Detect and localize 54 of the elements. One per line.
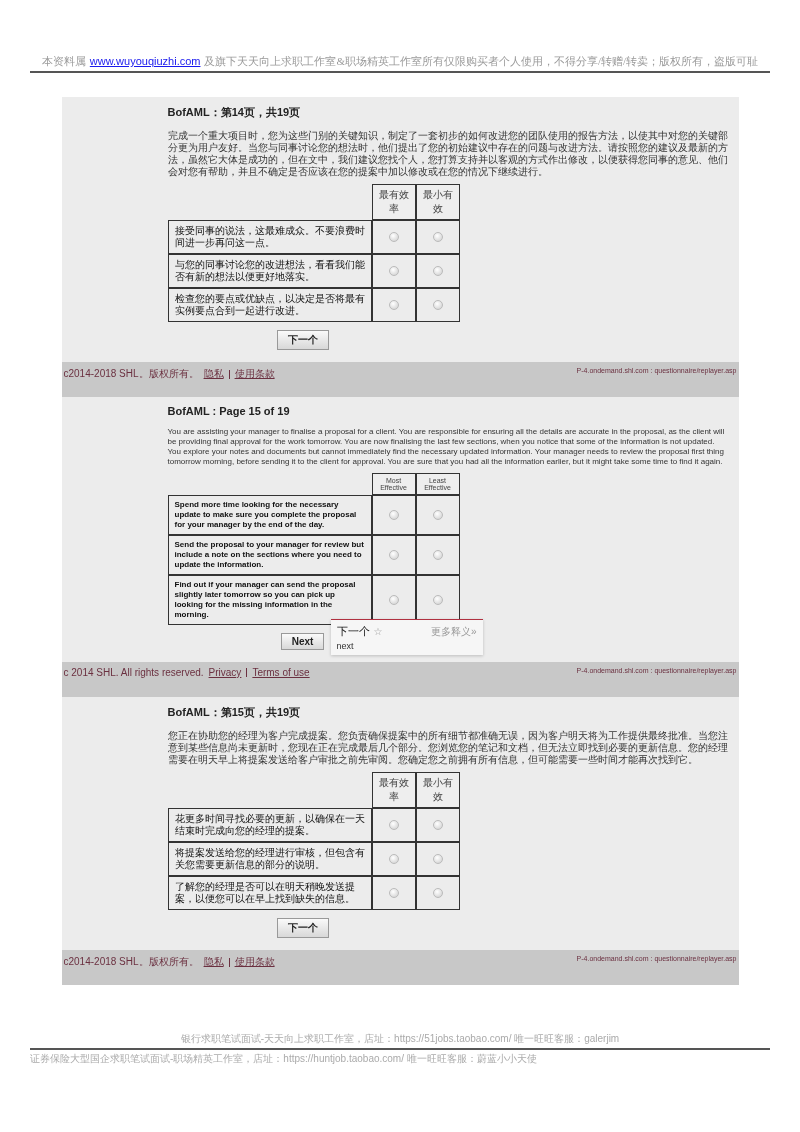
most-effective-radio[interactable] — [388, 266, 399, 276]
page-title: BofAML：第15页，共19页 — [167, 705, 302, 720]
popup-translation: next — [336, 641, 355, 651]
response-option: 花更多时间寻找必要的更新，以确保在一天结束时完成向您的经理的提案。 — [167, 808, 372, 842]
footer-link[interactable]: 使用条款 — [234, 367, 275, 381]
least-effective-radio[interactable] — [432, 510, 443, 520]
header-text: 及旗下天天向上求职工作室&职场精英工作室所有仅限购买者个人使用，不得分享/转赠/转卖；版权所有，盗版可耻 — [204, 55, 759, 67]
next-button[interactable]: Next — [280, 633, 325, 650]
column-header: 最小有效 — [415, 772, 460, 808]
next-button[interactable]: 下一个 — [276, 918, 329, 938]
page-title: BofAML：第14页，共19页 — [167, 105, 302, 120]
response-option: 了解您的经理是否可以在明天稍晚发送提案，以便您可以在早上找到缺失的信息。 — [167, 876, 372, 910]
most-effective-radio[interactable] — [388, 510, 399, 520]
response-option: 检查您的要点或优缺点，以决定是否将最有实例要点合到一起进行改进。 — [167, 288, 372, 322]
footer-link[interactable]: Terms of use — [252, 667, 310, 678]
copyright-text: c2014-2018 SHL。版权所有。 — [63, 955, 199, 969]
least-effective-radio[interactable] — [432, 595, 443, 605]
most-effective-radio[interactable] — [388, 820, 399, 830]
response-option: Find out if your manager can send the proposal slightly later tomorrow so you can pick up looking for the missing information in the morning. — [167, 575, 372, 625]
footer-link[interactable]: 隐私 — [203, 955, 224, 969]
column-header: 最小有效 — [415, 184, 460, 220]
most-effective-radio[interactable] — [388, 550, 399, 560]
scenario-text: 您正在协助您的经理为客户完成提案。您负责确保提案中的所有细节都准确无误，因为客户明天将为工作提供最终批准。当您注意到某些信息尚未更新时，您现在正在完成最后几个部分。您浏览您的笔记和文档，但无法立即找到必要的更新信息。您的经理需要在明天早上将提案发送给客户审批之前先审阅。您确定您之前拥有所有信息，但可能需要一些时间才能再次找到它。 — [167, 730, 729, 766]
website-link[interactable]: www.wuyouqiuzhi.com — [89, 55, 201, 67]
least-effective-radio[interactable] — [432, 232, 443, 242]
copyright-text: c2014-2018 SHL。版权所有。 — [63, 367, 199, 381]
next-button[interactable]: 下一个 — [276, 330, 329, 350]
response-option: 与您的同事讨论您的改进想法，看看我们能否有新的想法以便更好地落实。 — [167, 254, 372, 288]
response-option: Send the proposal to your manager for review but include a note on the sections where you need to update the information. — [167, 535, 372, 575]
footer-link[interactable]: Privacy — [208, 667, 242, 678]
least-effective-radio[interactable] — [432, 300, 443, 310]
column-header: 最有效率 — [371, 184, 416, 220]
response-option: Spend more time looking for the necessary update to make sure you complete the proposal for your manager by the end of the day. — [167, 495, 372, 535]
scenario-text: You are assisting your manager to finalise a proposal for a client. You are responsible for ensuring all the details are accurate in the proposal, as the client will be providing final approval for the work tomorrow. You are now finalising the last few sections, when you notice that some of the information is not updated. You explore your notes and documents but cannot immediately find the necessary updated information. Your manager needs to review the proposal first thing tomorrow morning, before sending it to the client for approval. You are sure that you had all the information earlier, but it might take some time to find it again. — [167, 427, 726, 467]
column-header: 最有效率 — [371, 772, 416, 808]
header-text: 本资料属 — [41, 55, 86, 67]
most-effective-radio[interactable] — [388, 595, 399, 605]
least-effective-radio[interactable] — [432, 266, 443, 276]
response-option: 接受同事的说法，这最难成众。不要浪费时间进一步再问这一点。 — [167, 220, 372, 254]
least-effective-radio[interactable] — [432, 854, 443, 864]
popup-word: 下一个 — [336, 624, 370, 639]
response-option: 将提案发送给您的经理进行审核，但包含有关您需要更新信息的部分的说明。 — [167, 842, 372, 876]
most-effective-radio[interactable] — [388, 854, 399, 864]
least-effective-radio[interactable] — [432, 550, 443, 560]
footer-link[interactable]: 使用条款 — [234, 955, 275, 969]
least-effective-radio[interactable] — [432, 820, 443, 830]
footer-link[interactable]: 隐私 — [203, 367, 224, 381]
page-title: BofAML : Page 15 of 19 — [167, 405, 291, 417]
most-effective-radio[interactable] — [388, 888, 399, 898]
scenario-text: 完成一个重大项目时，您为这些门别的关键知识，制定了一套初步的如何改进您的团队使用的报告方法，以使其中对您的关键部分更为用户友好。当您与同事讨论您的想法时，他们提出了您的初始建议中存在的问题与改进方法。请按照您的建议及最新的方法，虽然它大体是成功的，但在文中，我们建议您找个人，您打算支持并以客观的方式作出修改，以便获得您同事的意见、他们会对您有帮助，并且不确定是否应该在您的提案中加以修改或在您的情况下继续进行。 — [167, 130, 729, 178]
copyright-text: c 2014 SHL. All rights reserved. — [63, 667, 204, 678]
least-effective-radio[interactable] — [432, 888, 443, 898]
most-effective-radio[interactable] — [388, 232, 399, 242]
most-effective-radio[interactable] — [388, 300, 399, 310]
